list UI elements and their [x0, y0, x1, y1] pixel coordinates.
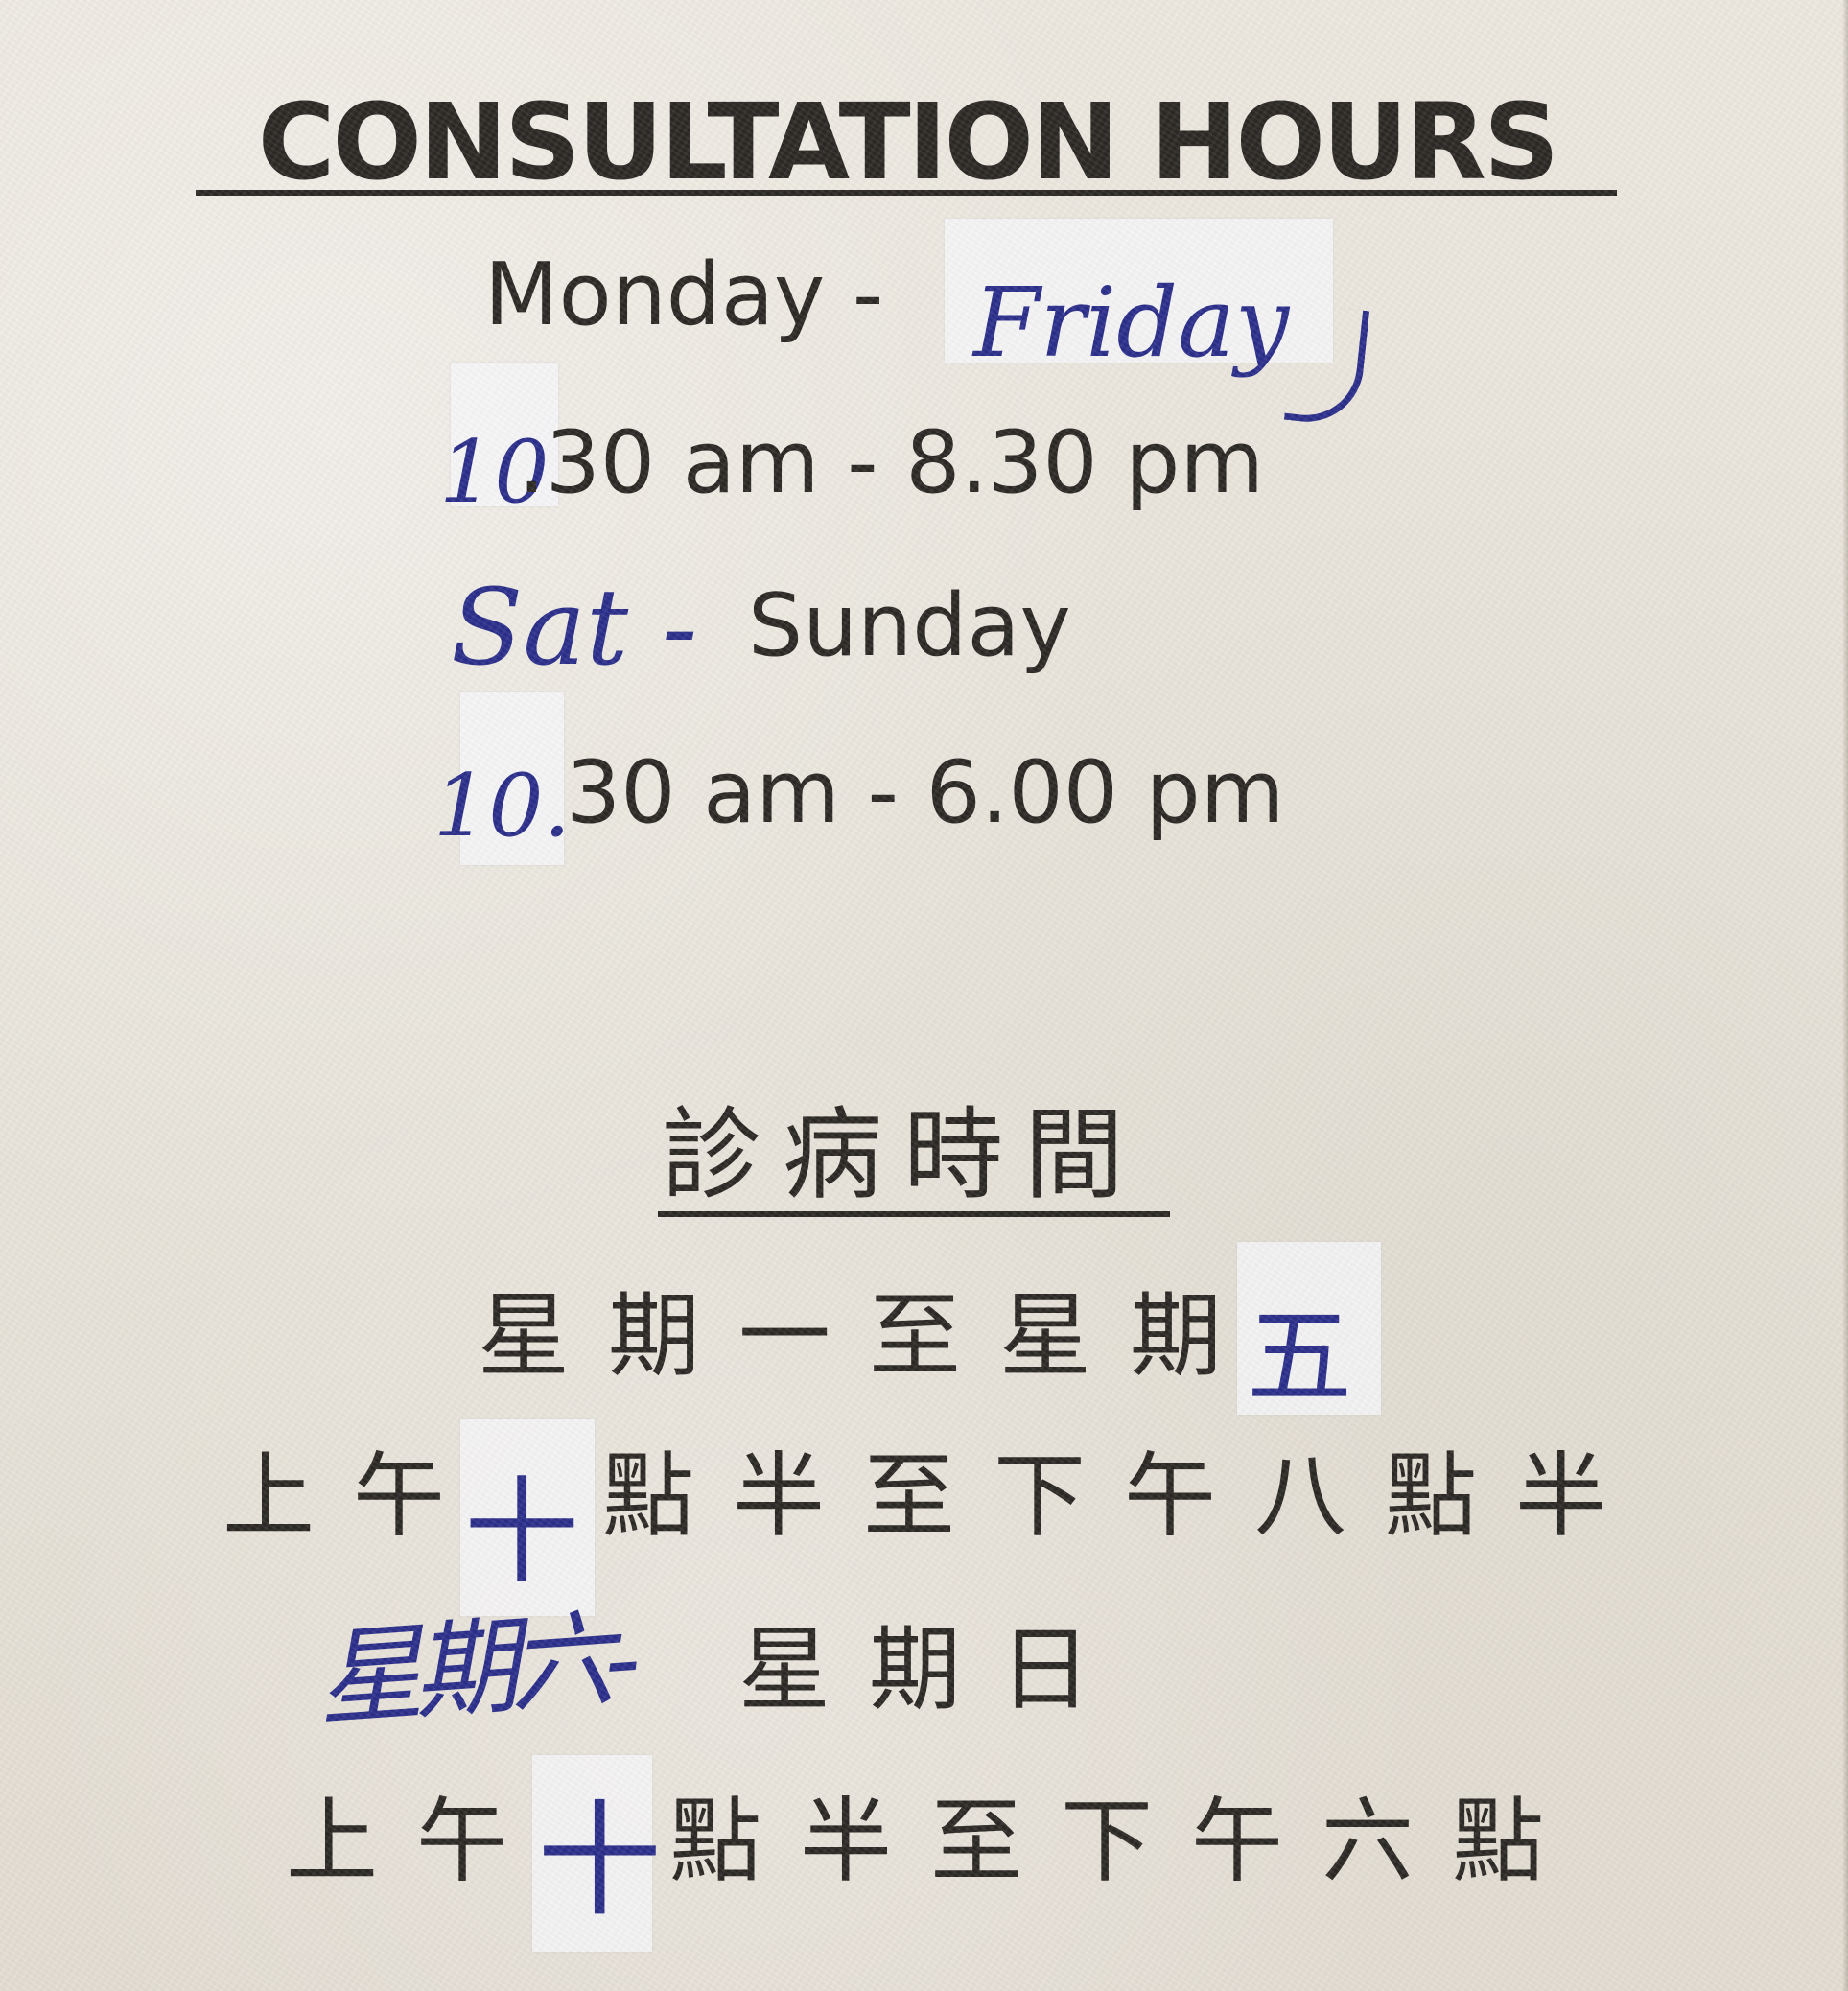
heading-underline — [196, 190, 1617, 196]
zh-weekend-days-printed: 星期日 — [738, 1616, 1130, 1723]
zh-card-heading: 診病時間 — [662, 1096, 1146, 1213]
zh-weekday-days-printed: 星期一至星期 — [478, 1282, 1260, 1390]
weekday-days-handwritten: Friday — [973, 267, 1290, 379]
zh-weekend-time-suffix: 點半至下午六點 — [669, 1788, 1582, 1895]
zh-heading-underline — [658, 1211, 1170, 1217]
zh-weekday-days-handwritten: 五 — [1247, 1296, 1352, 1418]
card-edge-shadow — [1842, 0, 1848, 1991]
weekday-days-printed: Monday - — [484, 245, 884, 345]
handwriting-stroke — [1283, 303, 1370, 428]
zh-weekend-time-prefix: 上午 — [286, 1788, 547, 1895]
weekend-time-hour-handwritten: 10. — [433, 756, 572, 856]
zh-weekend-days-handwritten: 星期六- — [313, 1596, 635, 1742]
weekend-days-printed: Sunday — [748, 575, 1071, 676]
weekend-days-handwritten: Sat - — [451, 566, 698, 689]
consultation-hours-card: CONSULTATION HOURS Monday - Friday 10 .3… — [0, 0, 1848, 1991]
weekday-time-printed: .30 am - 8.30 pm — [518, 412, 1265, 513]
zh-weekend-time-handwritten: 十 — [537, 1788, 663, 1933]
zh-weekday-time-suffix: 點半至下午八點半 — [602, 1442, 1646, 1550]
card-heading: CONSULTATION HOURS — [257, 81, 1559, 203]
zh-weekday-time-prefix: 上午 — [222, 1442, 483, 1550]
weekend-time-printed: 30 am - 6.00 pm — [566, 742, 1285, 843]
